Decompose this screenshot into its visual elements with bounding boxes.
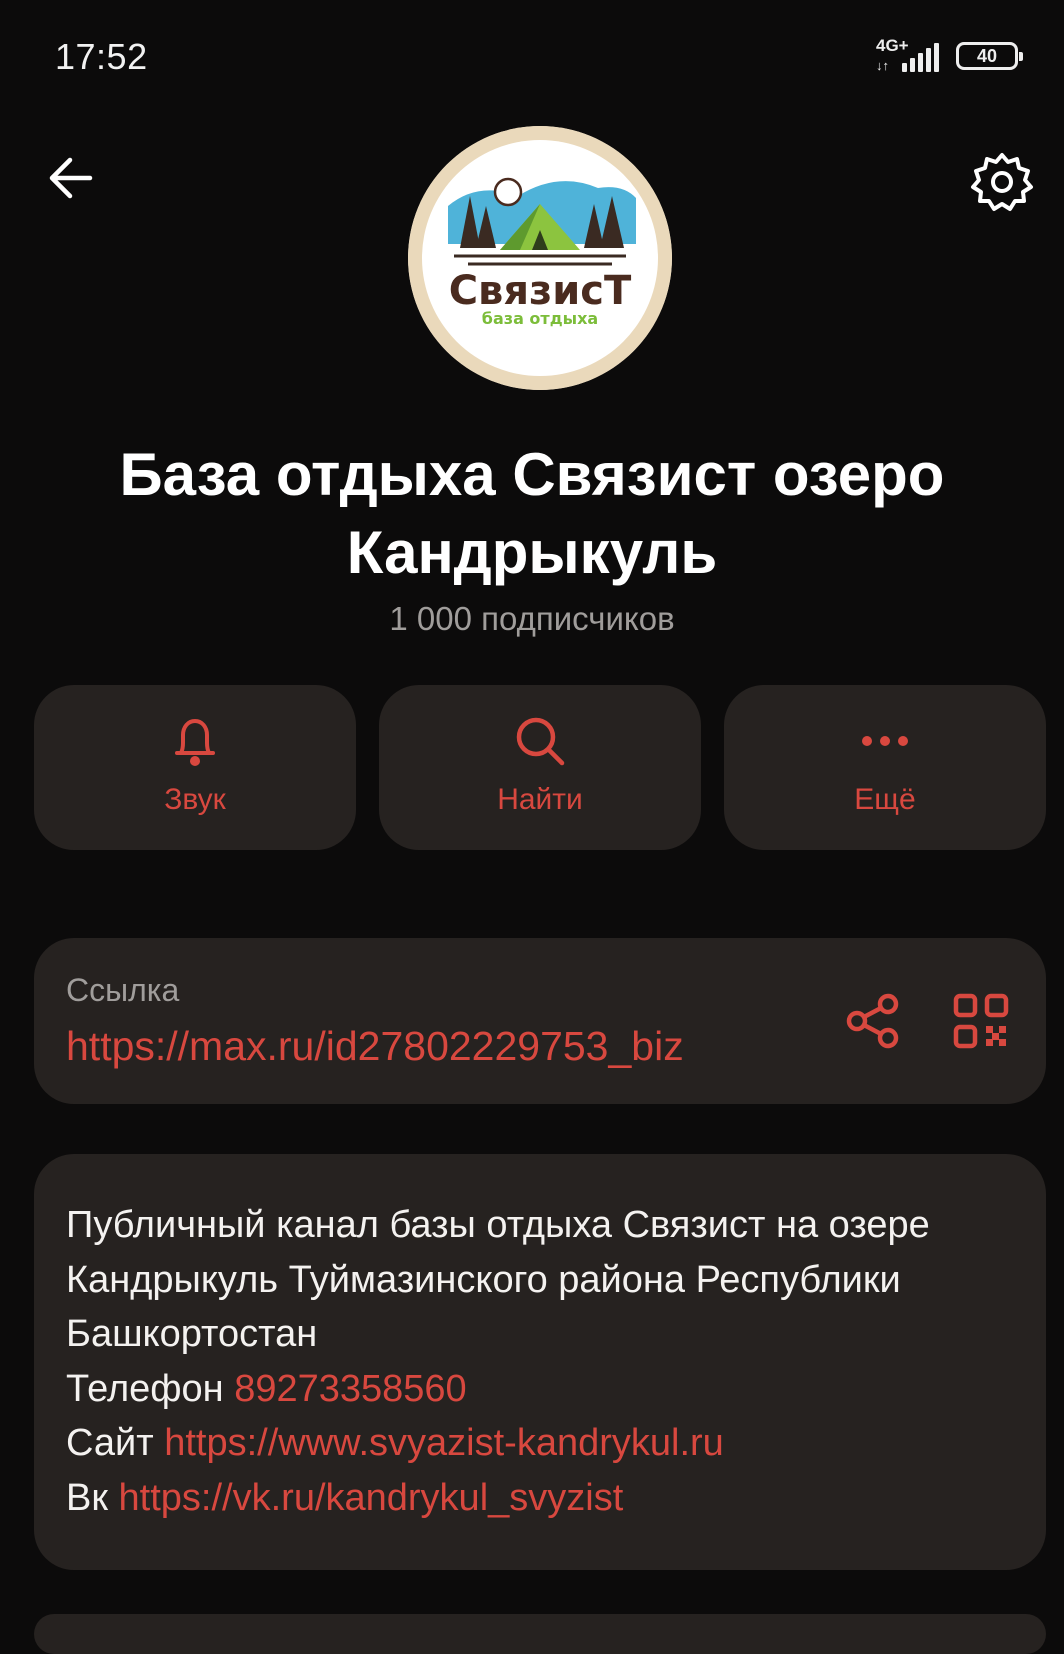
channel-link[interactable]: https://max.ru/id27802229753_biz xyxy=(66,1023,684,1070)
channel-avatar[interactable]: СвязисТ база отдыха xyxy=(408,126,672,390)
more-button[interactable]: Ещё xyxy=(724,685,1046,850)
network-arrows: ↓↑ xyxy=(876,58,889,73)
battery-icon: 40 xyxy=(956,42,1023,70)
settings-button[interactable] xyxy=(970,150,1034,214)
logo-image: СвязисТ база отдыха xyxy=(408,126,672,390)
qr-code-icon xyxy=(953,993,1009,1049)
search-icon xyxy=(516,717,565,766)
phone-label: Телефон xyxy=(66,1367,224,1410)
arrow-left-icon xyxy=(49,157,93,199)
vk-link[interactable]: https://vk.ru/kandrykul_svyzist xyxy=(119,1477,624,1519)
status-bar: 17:52 4G+ ↓↑ 40 xyxy=(0,0,1064,110)
status-time: 17:52 xyxy=(55,36,148,77)
link-card: Ссылка https://max.ru/id27802229753_biz xyxy=(34,938,1046,1104)
phone-link[interactable]: 89273358560 xyxy=(234,1368,466,1410)
share-icon xyxy=(846,993,899,1049)
sound-label: Звук xyxy=(164,783,226,816)
back-button[interactable] xyxy=(44,150,100,206)
next-card-edge xyxy=(34,1614,1046,1654)
subscriber-count: 1 000 подписчиков xyxy=(389,600,675,637)
search-label: Найти xyxy=(497,783,583,816)
share-button[interactable] xyxy=(844,992,902,1050)
link-caption: Ссылка xyxy=(66,972,180,1008)
description-card: Публичный канал базы отдыха Связист на о… xyxy=(34,1154,1046,1570)
action-row: Звук Найти Ещё xyxy=(34,685,1046,850)
vk-label: Вк xyxy=(66,1476,108,1519)
bell-icon xyxy=(175,719,215,766)
logo-text: СвязисТ xyxy=(449,268,632,314)
description: Публичный канал базы отдыха Связист на о… xyxy=(66,1198,1016,1525)
search-button[interactable]: Найти xyxy=(379,685,701,850)
more-dots-icon xyxy=(862,736,908,746)
logo-subtext: база отдыха xyxy=(482,309,598,328)
description-text: Публичный канал базы отдыха Связист на о… xyxy=(66,1204,930,1355)
site-label: Сайт xyxy=(66,1422,154,1464)
channel-title: База отдыха Связист озеро Кандрыкуль xyxy=(119,441,945,586)
gear-icon xyxy=(971,153,1033,211)
qr-button[interactable] xyxy=(952,992,1010,1050)
battery-level: 40 xyxy=(976,45,998,66)
signal-icon: 4G+ ↓↑ xyxy=(876,36,942,74)
status-indicators: 4G+ ↓↑ 40 xyxy=(876,36,1023,74)
sound-button[interactable]: Звук xyxy=(34,685,356,850)
more-label: Ещё xyxy=(854,783,916,816)
site-link[interactable]: https://www.svyazist-kandrykul.ru xyxy=(164,1422,724,1464)
